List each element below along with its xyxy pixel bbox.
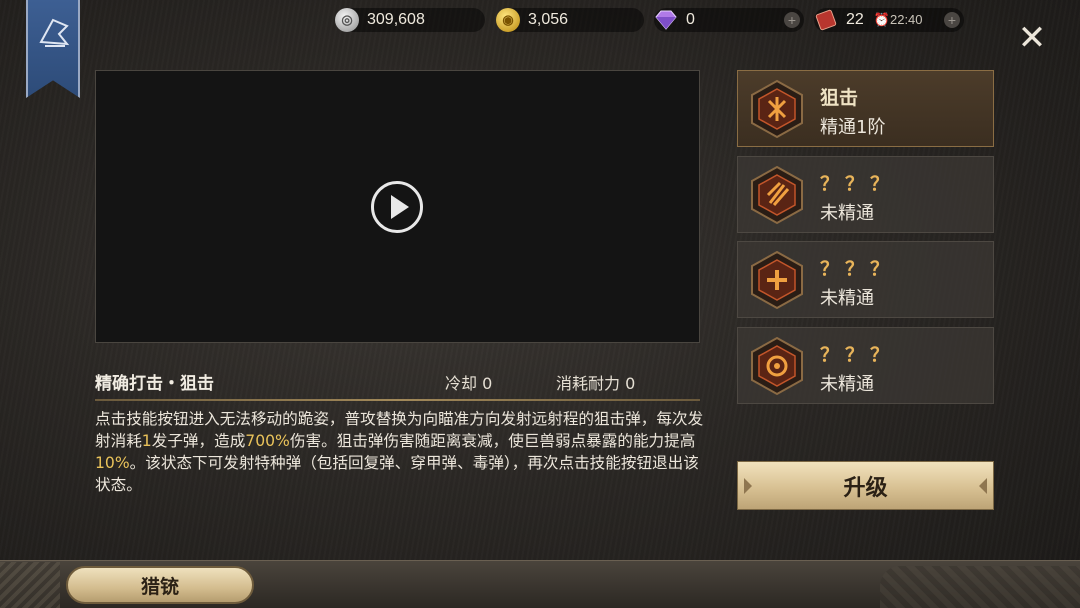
silver-amount: 309,608 (367, 11, 425, 28)
desc-part: 发子弹，造成 (151, 432, 246, 450)
weapon-tab-hunting-gun[interactable]: 猎铳 (66, 566, 254, 604)
locked-skill-icon-2 (751, 165, 803, 225)
skill-title: 精确打击・狙击 (95, 374, 214, 394)
gold-amount: 3,056 (528, 11, 569, 28)
gold-currency: ◉ 3,056 (496, 8, 644, 32)
add-ticket-button[interactable]: + (944, 12, 960, 28)
locked-skill-icon-3 (751, 250, 803, 310)
weapon-tab-label: 猎铳 (140, 575, 179, 598)
skill-card-sniper[interactable]: 狙击 精通1阶 (737, 70, 994, 147)
upgrade-label: 升级 (843, 474, 888, 501)
skill-card-locked-3[interactable]: ？？？ 未精通 (737, 241, 994, 318)
bottom-ornament-left (0, 562, 60, 608)
stamina-cost-text: 消耗耐力 0 (556, 374, 636, 393)
skill-card-name: ？？？ (820, 258, 896, 280)
cooldown-text: 冷却 0 (445, 374, 493, 393)
skill-card-name: 狙击 (820, 87, 859, 109)
alarm-icon: ⏰ (873, 12, 890, 27)
skill-description: 点击技能按钮进入无法移动的跪姿，普攻替换为向瞄准方向发射远射程的狙击弹，每次发射… (95, 408, 705, 496)
skill-video-player[interactable] (95, 70, 700, 343)
desc-highlight: 1 (141, 432, 152, 450)
upgrade-button[interactable]: 升级 (737, 461, 994, 510)
skill-card-locked-2[interactable]: ？？？ 未精通 (737, 156, 994, 233)
skill-card-status: 未精通 (820, 374, 874, 395)
skill-card-status: 精通1阶 (820, 117, 886, 138)
skill-card-status: 未精通 (820, 203, 874, 224)
silver-coin-icon: ◎ (335, 8, 359, 32)
skill-card-status: 未精通 (820, 288, 874, 309)
skill-card-name: ？？？ (820, 344, 896, 366)
gold-coin-icon: ◉ (496, 8, 520, 32)
ticket-icon (814, 8, 838, 32)
banner-emblem-icon (39, 18, 70, 47)
guild-banner[interactable] (26, 0, 80, 98)
desc-part: 。该状态下可发射特种弹（包括回复弹、穿甲弹、毒弹），再次点击技能按钮退出该状态。 (95, 454, 699, 494)
ticket-amount: 22 (846, 11, 864, 28)
add-gem-button[interactable]: + (784, 12, 800, 28)
play-icon[interactable] (371, 181, 423, 233)
ticket-timer: ⏰22:40 (874, 12, 923, 28)
sniper-skill-icon (751, 79, 803, 139)
divider (95, 399, 700, 401)
desc-highlight: 700% (245, 432, 290, 450)
silver-currency: ◎ 309,608 (335, 8, 485, 32)
gem-amount: 0 (686, 11, 695, 28)
close-icon: ✕ (1017, 18, 1047, 58)
close-button[interactable]: ✕ (1016, 21, 1048, 55)
desc-part: 伤害。狙击弹伤害随距离衰减，使巨兽弱点暴露的能力提高 (289, 432, 696, 450)
ticket-currency: 22 ⏰22:40 + (814, 8, 964, 32)
skill-card-locked-4[interactable]: ？？？ 未精通 (737, 327, 994, 404)
desc-highlight: 10% (95, 454, 130, 472)
bottom-ornament-right (880, 566, 1080, 608)
skill-card-name: ？？？ (820, 173, 896, 195)
ticket-timer-text: 22:40 (889, 12, 923, 27)
gem-currency: 0 + (654, 8, 804, 32)
diamond-icon (654, 8, 678, 32)
locked-skill-icon-4 (751, 336, 803, 396)
